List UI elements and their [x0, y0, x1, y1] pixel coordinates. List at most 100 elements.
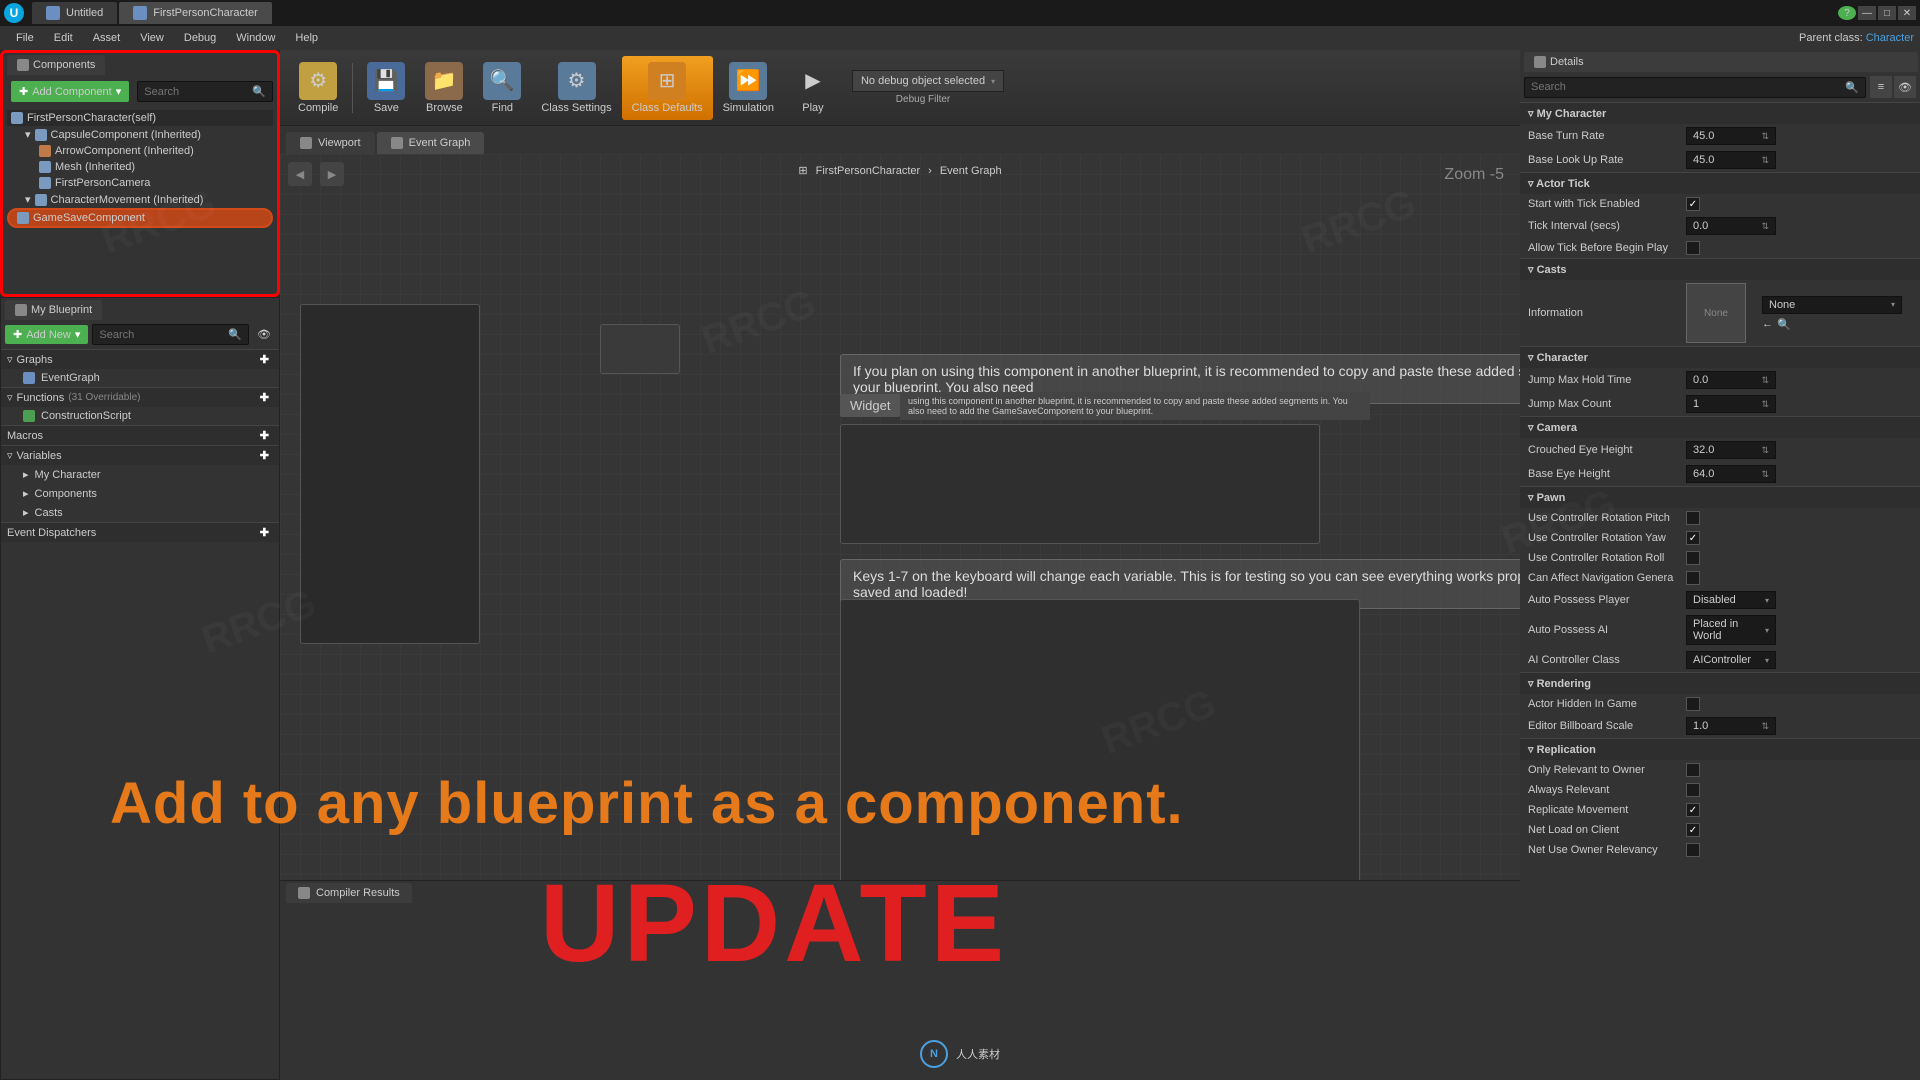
- components-panel-tab[interactable]: Components: [7, 55, 105, 75]
- dropdown[interactable]: AIController▾: [1686, 651, 1776, 669]
- spinner-icon[interactable]: ⇅: [1761, 469, 1769, 480]
- checkbox[interactable]: [1686, 571, 1700, 585]
- spinner-icon[interactable]: ⇅: [1761, 155, 1769, 166]
- variable-item[interactable]: ▸ Components: [1, 484, 279, 503]
- search-icon[interactable]: 🔍: [1777, 318, 1791, 331]
- detail-section[interactable]: ▿ Actor Tick: [1520, 172, 1920, 194]
- debug-object-selector[interactable]: No debug object selected▾: [852, 70, 1004, 92]
- menu-file[interactable]: File: [6, 28, 44, 48]
- asset-thumbnail[interactable]: None: [1686, 283, 1746, 343]
- add-macro-button[interactable]: ✚: [256, 429, 273, 442]
- help-icon[interactable]: ?: [1838, 6, 1856, 20]
- checkbox[interactable]: [1686, 551, 1700, 565]
- component-root[interactable]: FirstPersonCharacter(self): [7, 110, 273, 126]
- arrow-left-icon[interactable]: ←: [1762, 318, 1773, 331]
- add-component-button[interactable]: ✚ Add Component ▾: [11, 81, 129, 102]
- component-item[interactable]: ArrowComponent (Inherited): [7, 143, 273, 159]
- class-settings-button[interactable]: ⚙Class Settings: [531, 56, 621, 120]
- checkbox[interactable]: [1686, 511, 1700, 525]
- number-input[interactable]: 64.0⇅: [1686, 465, 1776, 483]
- nav-forward-button[interactable]: ▶: [320, 162, 344, 186]
- menu-debug[interactable]: Debug: [174, 28, 226, 48]
- checkbox[interactable]: [1686, 531, 1700, 545]
- dropdown[interactable]: None▾: [1762, 296, 1902, 314]
- dropdown[interactable]: Placed in World▾: [1686, 615, 1776, 645]
- checkbox[interactable]: [1686, 697, 1700, 711]
- simulation-button[interactable]: ⏩Simulation: [713, 56, 784, 120]
- blueprint-node[interactable]: [600, 324, 680, 374]
- add-dispatcher-button[interactable]: ✚: [256, 526, 273, 539]
- compile-button[interactable]: ⚙Compile: [288, 56, 348, 120]
- details-search[interactable]: 🔍: [1524, 77, 1866, 98]
- section-variables[interactable]: ▿ Variables✚: [1, 445, 279, 465]
- view-eye-icon[interactable]: 👁: [1894, 76, 1916, 98]
- section-dispatchers[interactable]: Event Dispatchers✚: [1, 522, 279, 542]
- menu-asset[interactable]: Asset: [83, 28, 131, 48]
- my-blueprint-search[interactable]: 🔍: [92, 324, 249, 345]
- checkbox[interactable]: [1686, 197, 1700, 211]
- checkbox[interactable]: [1686, 783, 1700, 797]
- nav-back-button[interactable]: ◀: [288, 162, 312, 186]
- number-input[interactable]: 1⇅: [1686, 395, 1776, 413]
- detail-section[interactable]: ▿ Character: [1520, 346, 1920, 368]
- component-item[interactable]: Mesh (Inherited): [7, 159, 273, 175]
- my-blueprint-tab[interactable]: My Blueprint: [5, 300, 102, 320]
- class-defaults-button[interactable]: ⊞Class Defaults: [622, 56, 713, 120]
- eye-icon[interactable]: 👁: [253, 328, 275, 341]
- detail-section[interactable]: ▿ Camera: [1520, 416, 1920, 438]
- graph-item[interactable]: EventGraph: [1, 369, 279, 387]
- component-item[interactable]: ▾CharacterMovement (Inherited): [7, 191, 273, 208]
- number-input[interactable]: 1.0⇅: [1686, 717, 1776, 735]
- checkbox[interactable]: [1686, 823, 1700, 837]
- spinner-icon[interactable]: ⇅: [1761, 221, 1769, 232]
- document-tab-firstpersoncharacter[interactable]: FirstPersonCharacter: [119, 2, 272, 24]
- spinner-icon[interactable]: ⇅: [1761, 399, 1769, 410]
- menu-help[interactable]: Help: [285, 28, 328, 48]
- add-function-button[interactable]: ✚: [256, 391, 273, 404]
- variable-item[interactable]: ▸ Casts: [1, 503, 279, 522]
- dropdown[interactable]: Disabled▾: [1686, 591, 1776, 609]
- blueprint-node[interactable]: [300, 304, 480, 644]
- menu-edit[interactable]: Edit: [44, 28, 83, 48]
- component-item[interactable]: FirstPersonCamera: [7, 175, 273, 191]
- tab-viewport[interactable]: Viewport: [286, 132, 375, 154]
- spinner-icon[interactable]: ⇅: [1761, 375, 1769, 386]
- view-list-icon[interactable]: ≡: [1870, 76, 1892, 98]
- function-item[interactable]: ConstructionScript: [1, 407, 279, 425]
- section-functions[interactable]: ▿ Functions (31 Overridable)✚: [1, 387, 279, 407]
- detail-section[interactable]: ▿ My Character: [1520, 102, 1920, 124]
- variable-item[interactable]: ▸ My Character: [1, 465, 279, 484]
- number-input[interactable]: 32.0⇅: [1686, 441, 1776, 459]
- detail-section[interactable]: ▿ Replication: [1520, 738, 1920, 760]
- play-button[interactable]: ▶Play: [784, 56, 842, 120]
- checkbox[interactable]: [1686, 843, 1700, 857]
- detail-section[interactable]: ▿ Casts: [1520, 258, 1920, 280]
- menu-window[interactable]: Window: [226, 28, 285, 48]
- section-macros[interactable]: Macros✚: [1, 425, 279, 445]
- number-input[interactable]: 0.0⇅: [1686, 217, 1776, 235]
- blueprint-node[interactable]: [840, 599, 1360, 880]
- find-button[interactable]: 🔍Find: [473, 56, 531, 120]
- number-input[interactable]: 45.0⇅: [1686, 151, 1776, 169]
- checkbox[interactable]: [1686, 763, 1700, 777]
- spinner-icon[interactable]: ⇅: [1761, 445, 1769, 456]
- tab-event-graph[interactable]: Event Graph: [377, 132, 485, 154]
- checkbox[interactable]: [1686, 803, 1700, 817]
- save-button[interactable]: 💾Save: [357, 56, 415, 120]
- minimize-button[interactable]: —: [1858, 6, 1876, 20]
- number-input[interactable]: 45.0⇅: [1686, 127, 1776, 145]
- blueprint-node[interactable]: [840, 424, 1320, 544]
- components-search[interactable]: 🔍: [137, 81, 273, 102]
- compiler-results-tab[interactable]: Compiler Results: [286, 883, 412, 903]
- details-search-input[interactable]: [1531, 81, 1845, 93]
- spinner-icon[interactable]: ⇅: [1761, 721, 1769, 732]
- my-blueprint-search-input[interactable]: [99, 329, 228, 341]
- add-new-button[interactable]: ✚ Add New ▾: [5, 325, 88, 344]
- close-button[interactable]: ✕: [1898, 6, 1916, 20]
- section-graphs[interactable]: ▿ Graphs✚: [1, 349, 279, 369]
- details-panel-tab[interactable]: Details: [1524, 52, 1918, 72]
- detail-section[interactable]: ▿ Pawn: [1520, 486, 1920, 508]
- menu-view[interactable]: View: [130, 28, 174, 48]
- component-item[interactable]: ▾CapsuleComponent (Inherited): [7, 126, 273, 143]
- document-tab-untitled[interactable]: Untitled: [32, 2, 117, 24]
